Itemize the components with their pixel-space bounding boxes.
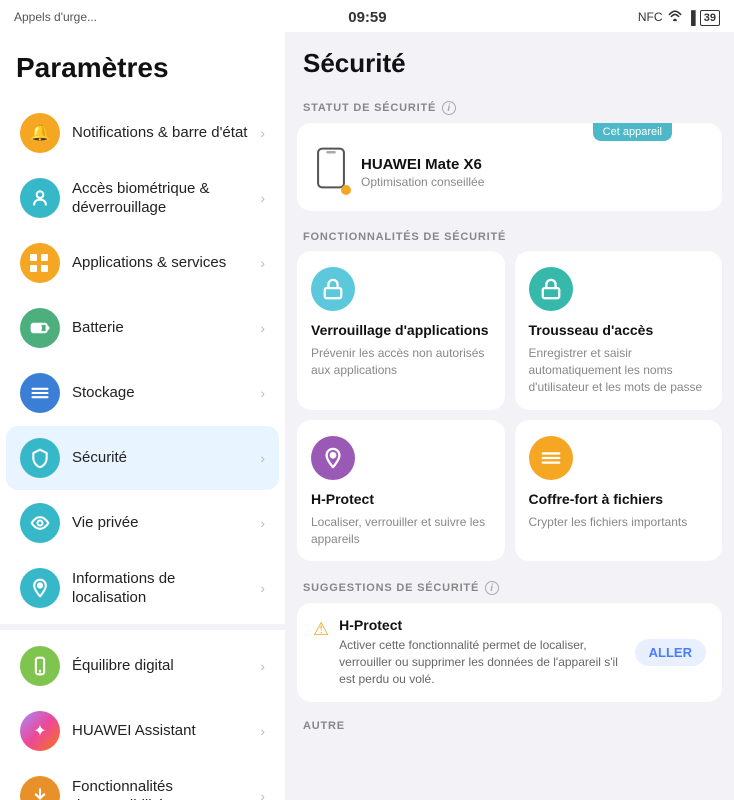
aller-button[interactable]: ALLER (635, 639, 706, 666)
feature-title: Verrouillage d'applications (311, 321, 491, 339)
feature-desc: Localiser, verrouiller et suivre les app… (311, 514, 491, 548)
status-bar: Appels d'urge... 09:59 NFC ▐ 39 (0, 0, 734, 32)
chevron-icon: › (260, 320, 265, 336)
sidebar-item-batterie[interactable]: Batterie › (6, 296, 279, 360)
suggestion-title: H-Protect (339, 617, 625, 633)
status-time: 09:59 (348, 9, 386, 26)
notifications-icon: 🔔 (20, 113, 60, 153)
sidebar-item-label: Équilibre digital (72, 656, 248, 676)
equilibre-icon (20, 646, 60, 686)
device-warning-dot (341, 185, 351, 195)
sidebar-item-applications[interactable]: Applications & services › (6, 231, 279, 295)
sidebar-item-label: Batterie (72, 318, 248, 338)
sidebar-item-label: Applications & services (72, 253, 248, 273)
huawei-icon: ✦ (20, 711, 60, 751)
security-status-section-label: STATUT DE SÉCURITÉ i (285, 91, 734, 123)
right-panel: Sécurité STATUT DE SÉCURITÉ i Cet appare… (285, 32, 734, 800)
sidebar-item-stockage[interactable]: Stockage › (6, 361, 279, 425)
status-icons: NFC ▐ 39 (638, 10, 720, 25)
feature-card-coffre[interactable]: Coffre-fort à fichiers Crypter les fichi… (515, 420, 723, 562)
feature-card-trousseau[interactable]: Trousseau d'accès Enregistrer et saisir … (515, 251, 723, 410)
security-features-section-label: FONCTIONNALITÉS DE SÉCURITÉ (285, 221, 734, 251)
info-icon-suggestions[interactable]: i (485, 581, 499, 595)
verrouillage-icon (311, 267, 355, 311)
sidebar-item-biometrique[interactable]: Accès biométrique & déverrouillage › (6, 166, 279, 230)
feature-desc: Enregistrer et saisir automatiquement le… (529, 345, 709, 395)
sidebar: Paramètres 🔔 Notifications & barre d'éta… (0, 32, 285, 800)
chevron-icon: › (260, 125, 265, 141)
chevron-icon: › (260, 580, 265, 596)
feature-title: Trousseau d'accès (529, 321, 709, 339)
sidebar-item-securite[interactable]: Sécurité › (6, 426, 279, 490)
status-carrier: Appels d'urge... (14, 10, 97, 24)
sidebar-item-localisation[interactable]: Informations de localisation › (6, 556, 279, 620)
sidebar-item-label: Vie privée (72, 513, 248, 533)
chevron-icon: › (260, 515, 265, 531)
feature-grid: Verrouillage d'applications Prévenir les… (297, 251, 722, 561)
device-icon-wrap: HUAWEI Mate X6 Optimisation conseillée (313, 147, 706, 197)
suggestion-desc: Activer cette fonctionnalité permet de l… (339, 637, 625, 687)
sidebar-title: Paramètres (0, 42, 285, 100)
chevron-icon: › (260, 450, 265, 466)
sidebar-item-label: Sécurité (72, 448, 248, 468)
sidebar-item-label: Accès biométrique & déverrouillage (72, 179, 248, 218)
suggestion-warning-icon: ⚠ (313, 619, 329, 640)
biometrique-icon (20, 178, 60, 218)
stockage-icon (20, 373, 60, 413)
info-icon[interactable]: i (442, 101, 456, 115)
feature-card-verrouillage[interactable]: Verrouillage d'applications Prévenir les… (297, 251, 505, 410)
applications-icon (20, 243, 60, 283)
sidebar-item-equilibre[interactable]: Équilibre digital › (6, 634, 279, 698)
sidebar-item-label: Informations de localisation (72, 569, 248, 608)
chevron-icon: › (260, 190, 265, 206)
battery-icon: 39 (700, 10, 720, 24)
suggestion-content: H-Protect Activer cette fonctionnalité p… (339, 617, 625, 687)
cet-appareil-badge: Cet appareil (593, 123, 672, 141)
sidebar-item-vieprivee[interactable]: Vie privée › (6, 491, 279, 555)
localisation-icon (20, 568, 60, 608)
sidebar-item-label: Notifications & barre d'état (72, 123, 248, 143)
feature-desc: Crypter les fichiers importants (529, 514, 709, 531)
suggestion-card: ⚠ H-Protect Activer cette fonctionnalité… (297, 603, 722, 701)
nfc-icon: NFC (638, 10, 663, 24)
device-info: HUAWEI Mate X6 Optimisation conseillée (361, 156, 484, 189)
main-layout: Paramètres 🔔 Notifications & barre d'éta… (0, 32, 734, 800)
feature-desc: Prévenir les accès non autorisés aux app… (311, 345, 491, 379)
device-phone-icon (313, 147, 349, 197)
device-name: HUAWEI Mate X6 (361, 156, 484, 173)
feature-card-hprotect[interactable]: H-Protect Localiser, verrouiller et suiv… (297, 420, 505, 562)
feature-title: H-Protect (311, 490, 491, 508)
sidebar-item-accessibilite[interactable]: Fonctionnalités d'accessibilité › (6, 764, 279, 800)
feature-title: Coffre-fort à fichiers (529, 490, 709, 508)
sidebar-item-label: Stockage (72, 383, 248, 403)
trousseau-icon (529, 267, 573, 311)
chevron-icon: › (260, 723, 265, 739)
autre-section-label: AUTRE (285, 712, 734, 738)
device-status: Optimisation conseillée (361, 175, 484, 189)
accessibilite-icon (20, 776, 60, 800)
wifi-icon (667, 10, 683, 25)
sidebar-item-huawei[interactable]: ✦ HUAWEI Assistant › (6, 699, 279, 763)
sidebar-item-notifications[interactable]: 🔔 Notifications & barre d'état › (6, 101, 279, 165)
suggestions-section-label: SUGGESTIONS DE SÉCURITÉ i (285, 571, 734, 603)
securite-icon (20, 438, 60, 478)
chevron-icon: › (260, 788, 265, 800)
sidebar-item-label: HUAWEI Assistant (72, 721, 248, 741)
signal-icon: ▐ (687, 10, 696, 25)
chevron-icon: › (260, 255, 265, 271)
chevron-icon: › (260, 385, 265, 401)
hprotect-icon (311, 436, 355, 480)
chevron-icon: › (260, 658, 265, 674)
sidebar-item-label: Fonctionnalités d'accessibilité (72, 777, 248, 800)
security-status-card[interactable]: Cet appareil HUAWEI Mate X6 Optimisation… (297, 123, 722, 211)
sidebar-divider (0, 624, 285, 630)
right-panel-title: Sécurité (285, 32, 734, 91)
batterie-icon (20, 308, 60, 348)
vieprivee-icon (20, 503, 60, 543)
coffre-icon (529, 436, 573, 480)
